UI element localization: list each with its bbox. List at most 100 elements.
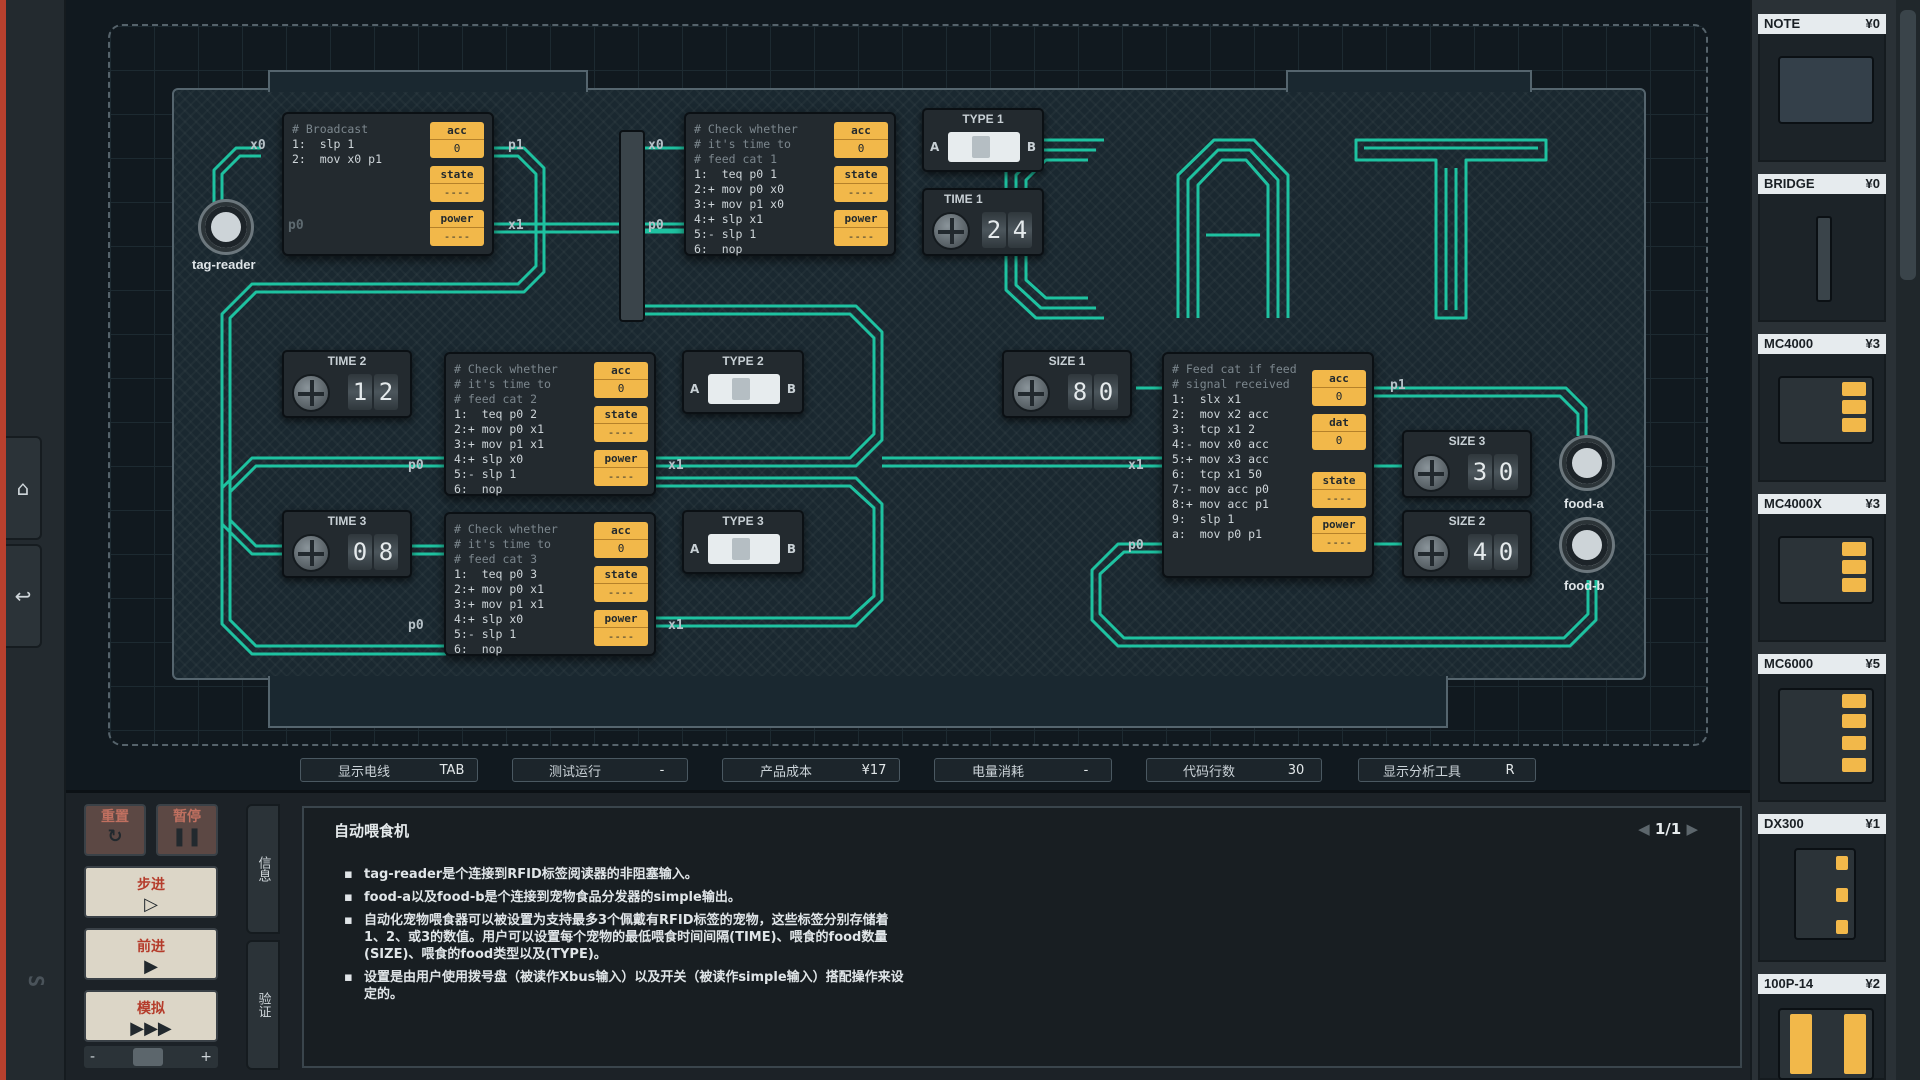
switch-b-label: B — [786, 382, 796, 396]
tag-reader-port[interactable] — [201, 202, 251, 252]
dial-knob[interactable] — [1012, 374, 1050, 412]
scrollbar-thumb[interactable] — [1900, 10, 1916, 280]
tab-verify[interactable]: 验证 — [246, 940, 280, 1070]
stat-label: 显示电线 — [337, 764, 390, 780]
back-button[interactable]: ↩ — [6, 544, 42, 648]
dial-size2[interactable]: SIZE 2 40 — [1402, 510, 1532, 578]
port-p0: p0 — [408, 618, 424, 633]
next-page-icon[interactable]: ▶ — [1681, 820, 1698, 838]
reset-icon: ↻ — [107, 826, 123, 847]
mc-code[interactable]: # Feed cat if feed # signal received 1: … — [1172, 362, 1297, 542]
mc-code[interactable]: # Check whether # it's time to # feed ca… — [694, 122, 798, 257]
palette-item-mc4000[interactable]: MC4000 ¥3 — [1758, 334, 1886, 482]
speed-increase[interactable]: + — [200, 1046, 212, 1068]
switch-type1[interactable]: TYPE 1 A B — [922, 108, 1044, 172]
bridge-component[interactable] — [619, 130, 645, 322]
register-label: acc — [594, 362, 648, 380]
code-line: 2: mov x2 acc — [1172, 407, 1269, 421]
code-line: 6: nop — [694, 242, 743, 256]
register-value: ---- — [607, 426, 635, 439]
dial-knob[interactable] — [1412, 534, 1450, 572]
digit: 0 — [1094, 374, 1118, 410]
mc-cat3[interactable]: # Check whether # it's time to # feed ca… — [444, 512, 656, 656]
register-label: power — [430, 210, 484, 228]
prev-page-icon[interactable]: ◀ — [1638, 820, 1655, 838]
stat-value: TAB — [439, 762, 465, 778]
switch-type3[interactable]: TYPE 3 A B — [682, 510, 804, 574]
register-label: acc — [430, 122, 484, 140]
device-label: TYPE 2 — [722, 354, 764, 368]
pause-button[interactable]: 暂停 ❚❚ — [156, 804, 218, 856]
info-bullet: tag-reader是个连接到RFID标签阅读器的非阻塞输入。 — [344, 866, 904, 883]
register-state: state ---- — [834, 166, 888, 202]
food-a-port[interactable] — [1562, 438, 1612, 488]
game-logo: S — [24, 975, 48, 988]
undo-icon: ↩ — [14, 584, 32, 608]
palette-item-bridge[interactable]: BRIDGE ¥0 — [1758, 174, 1886, 322]
code-line: 3:+ mov p1 x1 — [454, 597, 545, 611]
switch-toggle[interactable] — [708, 374, 780, 404]
palette-scrollbar[interactable] — [1896, 0, 1920, 1080]
dial-knob[interactable] — [932, 212, 970, 250]
register-acc: acc 0 — [1312, 370, 1366, 406]
mc-code[interactable]: # Check whether # it's time to # feed ca… — [454, 362, 558, 497]
food-a-label: food-a — [1564, 496, 1604, 511]
palette-item-100p14[interactable]: 100P-14 ¥2 — [1758, 974, 1886, 1080]
mc-code[interactable]: # Broadcast 1: slp 1 2: mov x0 p1 — [292, 122, 382, 167]
dial-knob[interactable] — [292, 534, 330, 572]
reset-button[interactable]: 重置 ↻ — [84, 804, 146, 856]
palette-item-note[interactable]: NOTE ¥0 — [1758, 14, 1886, 162]
register-power: power ---- — [834, 210, 888, 246]
digit: 8 — [1068, 374, 1092, 410]
palette-item-dx300[interactable]: DX300 ¥1 — [1758, 814, 1886, 962]
speed-slider[interactable]: - + — [84, 1046, 218, 1068]
switch-type2[interactable]: TYPE 2 A B — [682, 350, 804, 414]
stat-value: ¥17 — [861, 762, 887, 778]
code-comment: # Check whether — [454, 362, 558, 376]
dial-size1[interactable]: SIZE 1 80 — [1002, 350, 1132, 418]
advance-button[interactable]: 前进 ▶ — [84, 928, 218, 980]
digit: 2 — [374, 374, 398, 410]
play-icon: ▶ — [144, 956, 158, 977]
switch-toggle[interactable] — [948, 132, 1020, 162]
mc-cat2[interactable]: # Check whether # it's time to # feed ca… — [444, 352, 656, 496]
digit: 1 — [348, 374, 372, 410]
dial-time3[interactable]: TIME 3 08 — [282, 510, 412, 578]
speed-decrease[interactable]: - — [90, 1046, 95, 1068]
register-state: state ---- — [430, 166, 484, 202]
stat-label: 产品成本 — [759, 764, 812, 780]
register-acc: acc 0 — [834, 122, 888, 158]
simulate-button[interactable]: 模拟 ▶▶▶ — [84, 990, 218, 1042]
stat-value: - — [659, 762, 665, 778]
circuit-board-area[interactable]: tag-reader # Broadcast 1: slp 1 2: mov x… — [66, 0, 1750, 790]
tab-info[interactable]: 信息 — [246, 804, 280, 934]
mc-broadcast[interactable]: # Broadcast 1: slp 1 2: mov x0 p1 acc 0 s… — [282, 112, 494, 256]
dial-knob[interactable] — [292, 374, 330, 412]
code-line: 3:+ mov p1 x0 — [694, 197, 785, 211]
palette-item-mc4000x[interactable]: MC4000X ¥3 — [1758, 494, 1886, 642]
dial-time2[interactable]: TIME 2 12 — [282, 350, 412, 418]
code-line: 5:- slp 1 — [694, 227, 757, 241]
code-line: a: mov p0 p1 — [1172, 527, 1263, 541]
palette-item-mc6000[interactable]: MC6000 ¥5 — [1758, 654, 1886, 802]
device-label: TYPE 1 — [962, 112, 1004, 126]
mc-cat1[interactable]: # Check whether # it's time to # feed ca… — [684, 112, 896, 256]
code-line: 1: slp 1 — [292, 137, 355, 151]
switch-toggle[interactable] — [708, 534, 780, 564]
dial-knob[interactable] — [1412, 454, 1450, 492]
speed-slider-handle[interactable] — [132, 1048, 163, 1066]
mc-code[interactable]: # Check whether # it's time to # feed ca… — [454, 522, 558, 657]
home-button[interactable]: ⌂ — [6, 436, 42, 540]
stat-show-analysis[interactable]: 显示分析工具 R — [1358, 758, 1536, 782]
dial-time1[interactable]: TIME 1 24 — [922, 188, 1044, 256]
dial-size3[interactable]: SIZE 3 30 — [1402, 430, 1532, 498]
stat-value: - — [1083, 762, 1089, 778]
code-line: 6: tcp x1 50 — [1172, 467, 1263, 481]
food-b-port[interactable] — [1562, 520, 1612, 570]
code-line: 5:- slp 1 — [454, 627, 517, 641]
step-button[interactable]: 步进 ▷ — [84, 866, 218, 918]
stat-show-wires[interactable]: 显示电线 TAB — [300, 758, 478, 782]
register-acc: acc 0 — [594, 522, 648, 558]
port-x1: x1 — [668, 458, 684, 473]
mc-feed[interactable]: # Feed cat if feed # signal received 1: … — [1162, 352, 1374, 578]
